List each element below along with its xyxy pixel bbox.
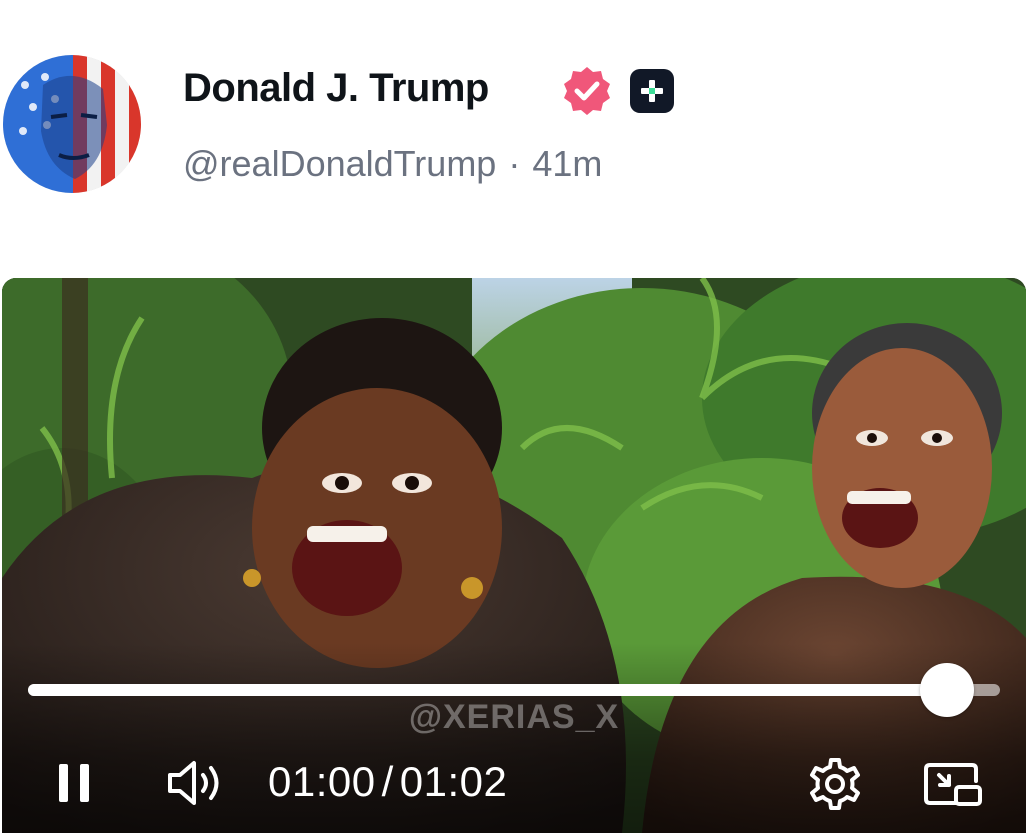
time-separator: / xyxy=(381,758,394,805)
author-handle[interactable]: @realDonaldTrump xyxy=(183,143,496,184)
video-control-bar: 01:00/01:02 xyxy=(2,748,1026,818)
progress-thumb[interactable] xyxy=(919,663,974,717)
time-display: 01:00/01:02 xyxy=(268,758,507,806)
avatar-image xyxy=(3,55,141,193)
author-display-name[interactable]: Donald J. Trump xyxy=(183,66,489,111)
video-player[interactable]: @XERIAS_X 01:00/01:02 xyxy=(2,278,1026,833)
author-meta: @realDonaldTrump · 41m xyxy=(183,143,602,185)
duration: 01:02 xyxy=(399,758,508,805)
post-header: Donald J. Trump @realDonaldTrump · 41m xyxy=(0,0,1026,270)
progress-fill xyxy=(28,684,947,696)
current-time: 01:00 xyxy=(268,758,376,805)
video-watermark: @XERIAS_X xyxy=(408,698,620,736)
meta-separator: · xyxy=(508,143,521,184)
pip-button[interactable] xyxy=(920,754,986,814)
pause-button[interactable] xyxy=(52,758,96,808)
progress-bar[interactable] xyxy=(28,663,1000,717)
volume-button[interactable] xyxy=(162,756,232,810)
gear-icon xyxy=(810,758,860,810)
pause-icon xyxy=(59,764,89,802)
post-timestamp[interactable]: 41m xyxy=(532,143,602,184)
avatar[interactable] xyxy=(3,55,141,193)
verified-badge-icon xyxy=(564,67,610,115)
settings-button[interactable] xyxy=(805,754,865,814)
volume-icon xyxy=(168,761,219,805)
picture-in-picture-icon xyxy=(924,763,982,806)
plus-badge-icon xyxy=(630,69,674,113)
author-badges xyxy=(560,66,674,116)
